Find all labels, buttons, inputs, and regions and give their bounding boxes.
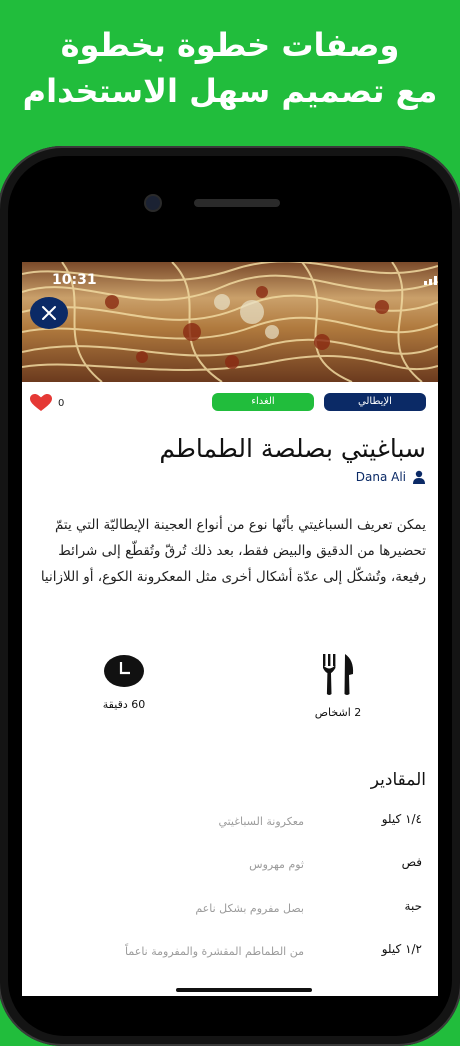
ingredient-name: من الطماطم المقشرة والمفرومة ناعماً	[125, 945, 304, 958]
cook-time-label: 60 دقيقة	[102, 698, 146, 711]
ingredient-row: ١/٤ كيلو معكرونة السباغيتي	[22, 812, 438, 836]
cuisine-tag[interactable]: الإيطالي	[324, 393, 426, 411]
status-time: 10:31	[52, 272, 97, 288]
home-indicator[interactable]	[176, 988, 312, 992]
ingredients-title: المقادير	[370, 770, 426, 790]
ingredient-name: بصل مفروم بشكل ناعم	[195, 902, 304, 915]
recipe-hero-image: 10:31	[22, 262, 438, 382]
cook-time-stat: 60 دقيقة	[54, 654, 194, 711]
ingredient-row: فص ثوم مهروس	[22, 855, 438, 879]
ingredient-qty: ١/٤ كيلو	[381, 812, 422, 826]
recipe-title: سباغيتي بصلصة الطماطم	[159, 434, 426, 463]
ingredient-row: حبة بصل مفروم بشكل ناعم	[22, 899, 438, 923]
promo-line-1: وصفات خطوة بخطوة	[60, 26, 400, 64]
person-icon	[413, 470, 425, 484]
close-button[interactable]	[30, 297, 68, 329]
like-control[interactable]: 0	[30, 393, 64, 413]
ingredient-name: ثوم مهروس	[249, 858, 304, 871]
app-screen: 10:31 0 الإيطالي الغداء سباغيتي بصلصة ال…	[22, 262, 438, 996]
heart-icon[interactable]	[30, 394, 52, 412]
promo-line-2: مع تصميم سهل الاستخدام	[22, 72, 438, 110]
ingredient-row: ١/٢ كيلو من الطماطم المقشرة والمفرومة نا…	[22, 942, 438, 982]
likes-count: 0	[58, 397, 65, 409]
clock-icon	[104, 655, 144, 687]
front-camera	[146, 196, 160, 210]
signal-wifi-battery-icon	[424, 276, 437, 285]
author-name: Dana Ali	[355, 470, 406, 484]
promo-headline: وصفات خطوة بخطوة مع تصميم سهل الاستخدام	[0, 22, 460, 114]
servings-stat: 2 اشخاص	[268, 654, 408, 719]
ingredient-qty: فص	[401, 855, 422, 869]
recipe-description: يمكن تعريف السباغيتي بأنّها نوع من أنواع…	[40, 517, 426, 585]
fork-knife-icon	[323, 654, 354, 695]
earpiece-speaker	[194, 199, 280, 207]
close-icon	[42, 306, 56, 320]
meal-tag[interactable]: الغداء	[212, 393, 314, 411]
ingredient-name: معكرونة السباغيتي	[218, 815, 304, 828]
ingredient-qty: حبة	[404, 899, 422, 913]
ingredient-qty: ١/٢ كيلو	[381, 942, 422, 956]
recipe-author[interactable]: Dana Ali	[356, 470, 426, 484]
servings-label: 2 اشخاص	[314, 706, 362, 719]
